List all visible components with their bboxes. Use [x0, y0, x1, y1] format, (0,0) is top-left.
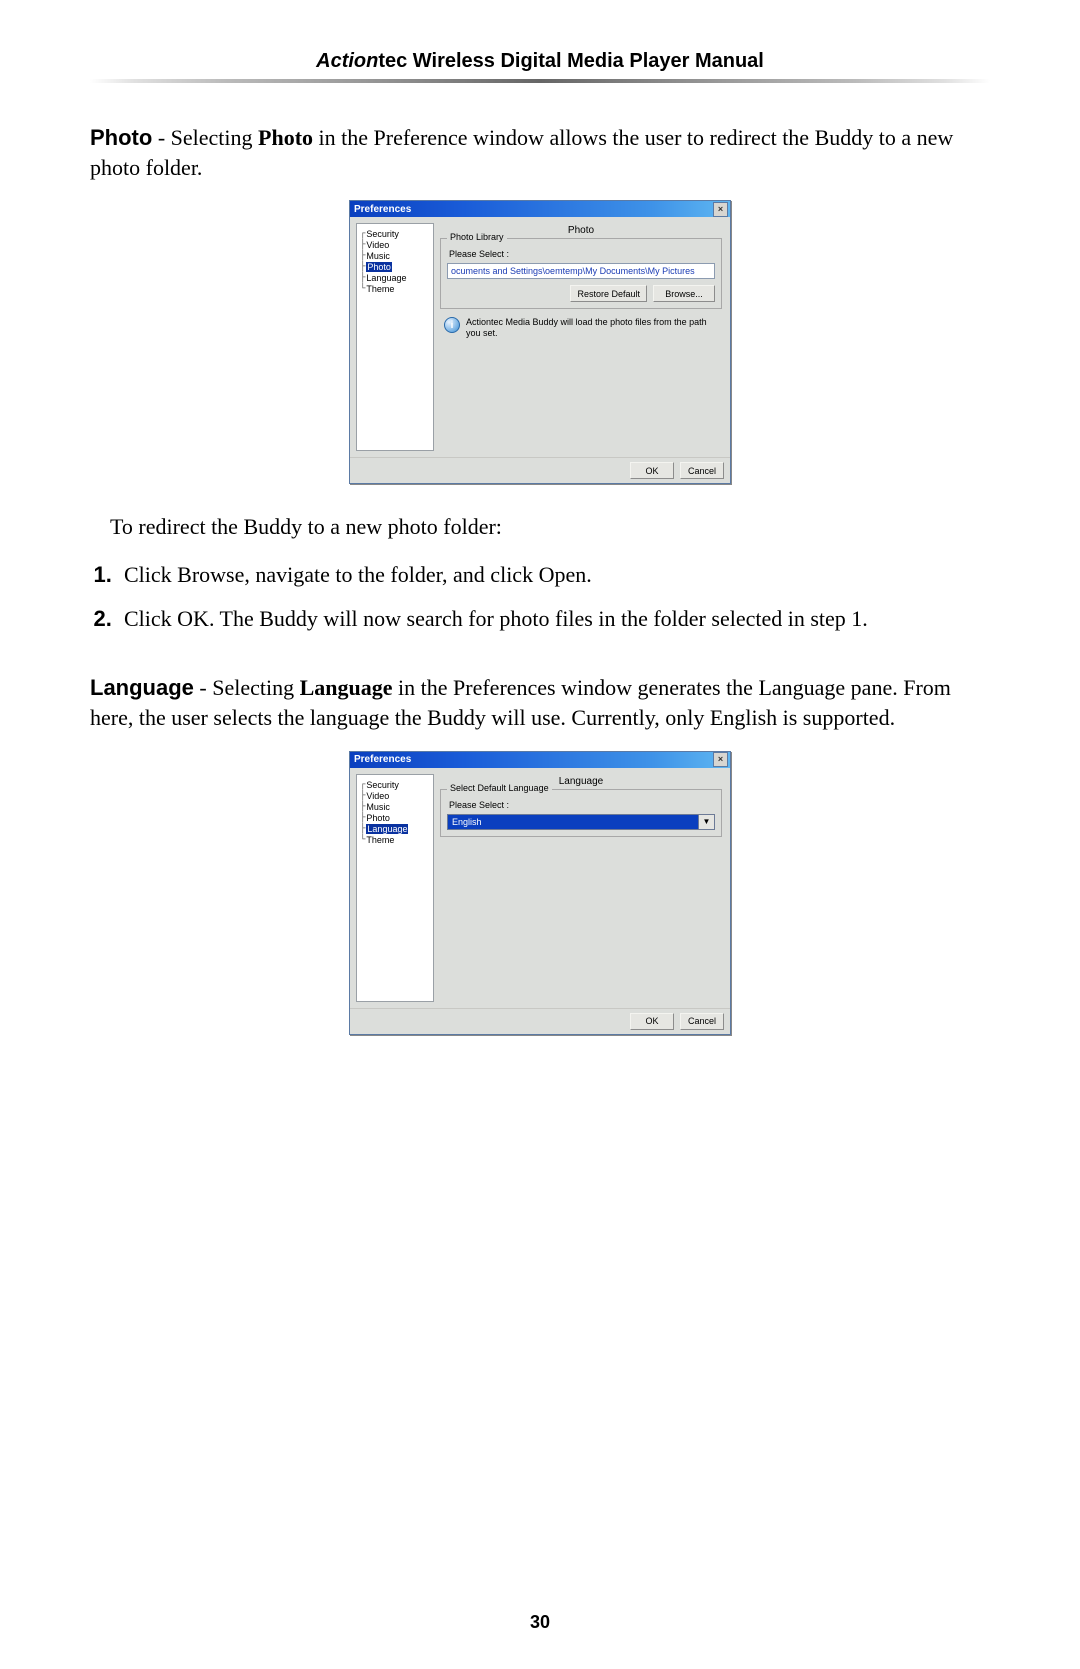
- photo-step-2: Click OK. The Buddy will now search for …: [118, 604, 990, 634]
- dialog-titlebar[interactable]: Preferences ×: [350, 752, 730, 768]
- page-header: Actiontec Wireless Digital Media Player …: [90, 50, 990, 73]
- header-divider: [90, 79, 990, 83]
- dialog-title-text: Preferences: [354, 754, 411, 765]
- tree-item-photo[interactable]: ├Photo: [359, 262, 431, 272]
- language-pane: Language Select Default Language Please …: [438, 774, 724, 1002]
- tree-item-theme[interactable]: └Theme: [359, 284, 431, 294]
- chevron-down-icon[interactable]: ▼: [699, 814, 715, 830]
- photo-library-legend: Photo Library: [447, 232, 507, 242]
- brand-italic: Action: [316, 50, 378, 72]
- please-select-label: Please Select :: [449, 249, 715, 259]
- tree-item-music[interactable]: ├Music: [359, 802, 431, 812]
- please-select-label: Please Select :: [449, 800, 715, 810]
- language-dialog-figure: Preferences × ┌Security ├Video ├Music ├P…: [90, 751, 990, 1035]
- photo-library-fieldset: Photo Library Please Select : ocuments a…: [440, 238, 722, 309]
- close-icon[interactable]: ×: [713, 202, 728, 217]
- browse-button[interactable]: Browse...: [653, 285, 715, 302]
- photo-pane: Photo Photo Library Please Select : ocum…: [438, 223, 724, 451]
- photo-redirect-line: To redirect the Buddy to a new photo fol…: [110, 512, 990, 542]
- tree-item-theme[interactable]: └Theme: [359, 835, 431, 845]
- language-heading: Language: [90, 675, 194, 700]
- language-dropdown[interactable]: English ▼: [447, 814, 715, 830]
- dialog-titlebar[interactable]: Preferences ×: [350, 201, 730, 217]
- tree-item-language[interactable]: ├Language: [359, 824, 431, 834]
- language-intro-pre: - Selecting: [194, 675, 300, 700]
- cancel-button[interactable]: Cancel: [680, 462, 724, 479]
- brand-rest: tec: [378, 50, 407, 72]
- page-number: 30: [0, 1612, 1080, 1633]
- photo-step-1: Click Browse, navigate to the folder, an…: [118, 560, 990, 590]
- photo-info-row: i Actiontec Media Buddy will load the ph…: [444, 317, 720, 339]
- close-icon[interactable]: ×: [713, 752, 728, 767]
- photo-info-text: Actiontec Media Buddy will load the phot…: [466, 317, 720, 339]
- tree-item-security[interactable]: ┌Security: [359, 229, 431, 239]
- ok-button[interactable]: OK: [630, 1013, 674, 1030]
- tree-item-security[interactable]: ┌Security: [359, 780, 431, 790]
- photo-intro-pre: - Selecting: [152, 125, 258, 150]
- tree-item-language[interactable]: ├Language: [359, 273, 431, 283]
- photo-path-input[interactable]: ocuments and Settings\oemtemp\My Documen…: [447, 263, 715, 279]
- photo-heading: Photo: [90, 125, 152, 150]
- tree-item-music[interactable]: ├Music: [359, 251, 431, 261]
- language-dropdown-value: English: [447, 814, 699, 830]
- preferences-tree[interactable]: ┌Security ├Video ├Music ├Photo ├Language…: [356, 774, 434, 1002]
- preferences-dialog-language: Preferences × ┌Security ├Video ├Music ├P…: [349, 751, 731, 1035]
- language-fieldset: Select Default Language Please Select : …: [440, 789, 722, 837]
- tree-item-photo[interactable]: ├Photo: [359, 813, 431, 823]
- photo-dialog-figure: Preferences × ┌Security ├Video ├Music ├P…: [90, 200, 990, 484]
- ok-button[interactable]: OK: [630, 462, 674, 479]
- tree-item-video[interactable]: ├Video: [359, 791, 431, 801]
- photo-intro-bold1: Photo: [258, 125, 313, 150]
- dialog-footer: OK Cancel: [350, 457, 730, 483]
- language-intro: Language - Selecting Language in the Pre…: [90, 673, 990, 732]
- info-icon: i: [444, 317, 460, 333]
- preferences-tree[interactable]: ┌Security ├Video ├Music ├Photo ├Language…: [356, 223, 434, 451]
- header-title-rest: Wireless Digital Media Player Manual: [407, 50, 764, 72]
- language-intro-bold1: Language: [300, 675, 393, 700]
- cancel-button[interactable]: Cancel: [680, 1013, 724, 1030]
- dialog-footer: OK Cancel: [350, 1008, 730, 1034]
- photo-steps: Click Browse, navigate to the folder, an…: [90, 560, 990, 633]
- dialog-title-text: Preferences: [354, 204, 411, 215]
- preferences-dialog-photo: Preferences × ┌Security ├Video ├Music ├P…: [349, 200, 731, 484]
- language-legend: Select Default Language: [447, 783, 552, 793]
- restore-default-button[interactable]: Restore Default: [570, 285, 647, 302]
- photo-intro: Photo - Selecting Photo in the Preferenc…: [90, 123, 990, 182]
- tree-item-video[interactable]: ├Video: [359, 240, 431, 250]
